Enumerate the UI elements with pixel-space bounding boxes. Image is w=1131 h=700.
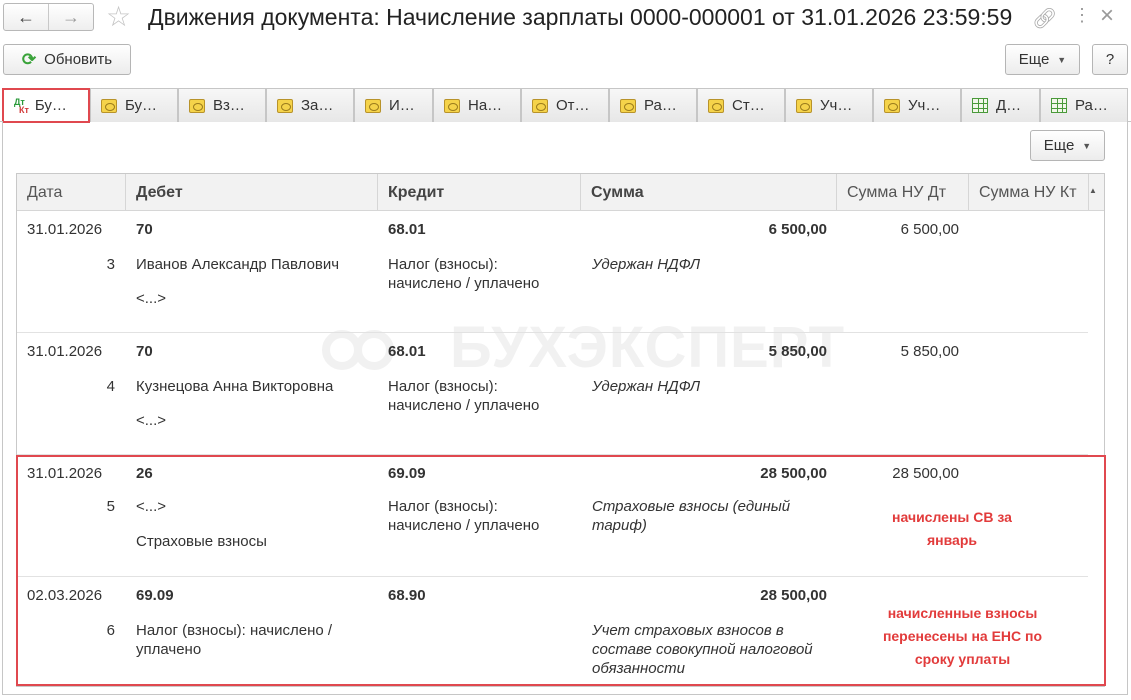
register-icon bbox=[796, 98, 812, 113]
table-more-button[interactable]: Еще ▼ bbox=[1030, 130, 1105, 161]
more-label: Еще bbox=[1043, 137, 1075, 154]
more-button[interactable]: Еще ▼ bbox=[1005, 44, 1080, 75]
register-icon bbox=[884, 98, 900, 113]
help-button[interactable]: ? bbox=[1092, 44, 1128, 75]
title-bar: ← → ☆ Движения документа: Начисление зар… bbox=[0, 0, 1131, 38]
register-icon bbox=[277, 98, 293, 113]
tab-label: Уч… bbox=[820, 97, 853, 114]
annotation-note-2: начисленные взносы перенесены на ЕНС по … bbox=[882, 605, 1043, 667]
tab-register-9[interactable]: Ст… bbox=[697, 88, 785, 122]
tab-register-11[interactable]: Уч… bbox=[873, 88, 961, 122]
table-row[interactable]: 31.01.2026 4 70 Кузнецова Анна Викторовн… bbox=[17, 333, 1088, 455]
table-icon bbox=[972, 98, 988, 113]
tab-label: За… bbox=[301, 97, 334, 114]
row-sum-nu-dt: 6 500,00 bbox=[900, 221, 959, 238]
row-debit-subconto-1[interactable]: Иванов Александр Павлович bbox=[136, 255, 339, 274]
tab-label: На… bbox=[468, 97, 503, 114]
more-vertical-icon[interactable]: ⋮ bbox=[1073, 5, 1091, 26]
row-debit: 70 bbox=[136, 221, 153, 238]
row-sum: 5 850,00 bbox=[768, 343, 827, 360]
column-header-debit[interactable]: Дебет bbox=[126, 174, 378, 211]
table-icon bbox=[1051, 98, 1067, 113]
column-header-sum-nu-kt[interactable]: Сумма НУ Кт bbox=[969, 174, 1089, 211]
page-title: Движения документа: Начисление зарплаты … bbox=[148, 4, 1013, 30]
table-row[interactable]: 31.01.2026 3 70 Иванов Александр Павлови… bbox=[17, 211, 1088, 333]
tab-label: Д… bbox=[996, 97, 1022, 114]
register-tabs: Дт Кт Бу… Бу… Вз… За… И… На… От… Ра… Ст… … bbox=[0, 88, 1131, 123]
row-number: 4 bbox=[106, 378, 115, 395]
tab-label: Бу… bbox=[34, 97, 67, 114]
row-date: 31.01.2026 bbox=[27, 221, 103, 238]
table-header: Дата Дебет Кредит Сумма Сумма НУ Дт Сумм… bbox=[17, 174, 1104, 211]
nav-buttons: ← → bbox=[3, 3, 94, 31]
row-debit-subconto-1[interactable]: Кузнецова Анна Викторовна bbox=[136, 377, 333, 396]
dropdown-caret-icon: ▼ bbox=[1057, 54, 1067, 65]
tab-label: Бу… bbox=[125, 97, 158, 114]
tab-label: Вз… bbox=[213, 97, 245, 114]
link-icon[interactable]: 🔗︎ bbox=[1032, 6, 1057, 31]
row-debit: 70 bbox=[136, 343, 153, 360]
tab-register-12[interactable]: Д… bbox=[961, 88, 1040, 122]
row-debit-subconto-2[interactable]: <...> bbox=[136, 411, 166, 430]
register-icon bbox=[620, 98, 636, 113]
refresh-label: Обновить bbox=[44, 51, 113, 68]
tab-register-7[interactable]: От… bbox=[521, 88, 609, 122]
tab-label: Уч… bbox=[908, 97, 941, 114]
refresh-icon: ⟳ bbox=[21, 49, 37, 69]
tab-accounting-register[interactable]: Дт Кт Бу… bbox=[2, 88, 90, 123]
row-credit-subconto[interactable]: Налог (взносы): начислено / уплачено bbox=[388, 255, 573, 293]
register-icon bbox=[101, 98, 117, 113]
favorite-star-icon[interactable]: ☆ bbox=[106, 2, 131, 32]
register-icon bbox=[444, 98, 460, 113]
tab-label: Ра… bbox=[1075, 97, 1108, 114]
tab-label: Ст… bbox=[732, 97, 765, 114]
register-icon bbox=[189, 98, 205, 113]
register-icon bbox=[365, 98, 381, 113]
row-sum: 6 500,00 bbox=[768, 221, 827, 238]
tab-register-10[interactable]: Уч… bbox=[785, 88, 873, 122]
dt-kt-icon: Дт Кт bbox=[14, 96, 29, 115]
tab-label: Ра… bbox=[644, 97, 677, 114]
tab-label: И… bbox=[389, 97, 415, 114]
back-arrow-icon[interactable]: ← bbox=[4, 4, 48, 30]
column-header-credit[interactable]: Кредит bbox=[378, 174, 581, 211]
tab-register-2[interactable]: Бу… bbox=[90, 88, 178, 122]
column-header-date[interactable]: Дата bbox=[17, 174, 126, 211]
tab-label: От… bbox=[556, 97, 590, 114]
row-content: Удержан НДФЛ bbox=[592, 256, 701, 273]
column-header-sum[interactable]: Сумма bbox=[581, 174, 837, 211]
row-credit: 68.01 bbox=[388, 343, 426, 360]
row-sum-nu-dt: 5 850,00 bbox=[900, 343, 959, 360]
tab-register-13[interactable]: Ра… bbox=[1040, 88, 1128, 122]
row-date: 31.01.2026 bbox=[27, 343, 103, 360]
tab-register-8[interactable]: Ра… bbox=[609, 88, 697, 122]
scroll-up-arrow-icon[interactable]: ▲ bbox=[1089, 186, 1097, 195]
forward-arrow-icon[interactable]: → bbox=[48, 4, 93, 30]
row-debit-subconto-2[interactable]: <...> bbox=[136, 289, 166, 308]
column-header-sum-nu-dt[interactable]: Сумма НУ Дт bbox=[837, 174, 969, 211]
dropdown-caret-icon: ▼ bbox=[1082, 140, 1092, 151]
more-label: Еще bbox=[1018, 51, 1050, 68]
close-icon[interactable]: × bbox=[1100, 2, 1114, 30]
row-content: Удержан НДФЛ bbox=[592, 378, 701, 395]
register-icon bbox=[532, 98, 548, 113]
tab-register-3[interactable]: Вз… bbox=[178, 88, 266, 122]
row-number: 3 bbox=[106, 256, 115, 273]
tab-register-5[interactable]: И… bbox=[354, 88, 433, 122]
annotation-note-1: начислены СВ за январь bbox=[892, 509, 1012, 548]
row-credit: 68.01 bbox=[388, 221, 426, 238]
register-icon bbox=[708, 98, 724, 113]
tab-register-6[interactable]: На… bbox=[433, 88, 521, 122]
tab-register-4[interactable]: За… bbox=[266, 88, 354, 122]
row-credit-subconto[interactable]: Налог (взносы): начислено / уплачено bbox=[388, 377, 573, 415]
refresh-button[interactable]: ⟳ Обновить bbox=[3, 44, 131, 75]
